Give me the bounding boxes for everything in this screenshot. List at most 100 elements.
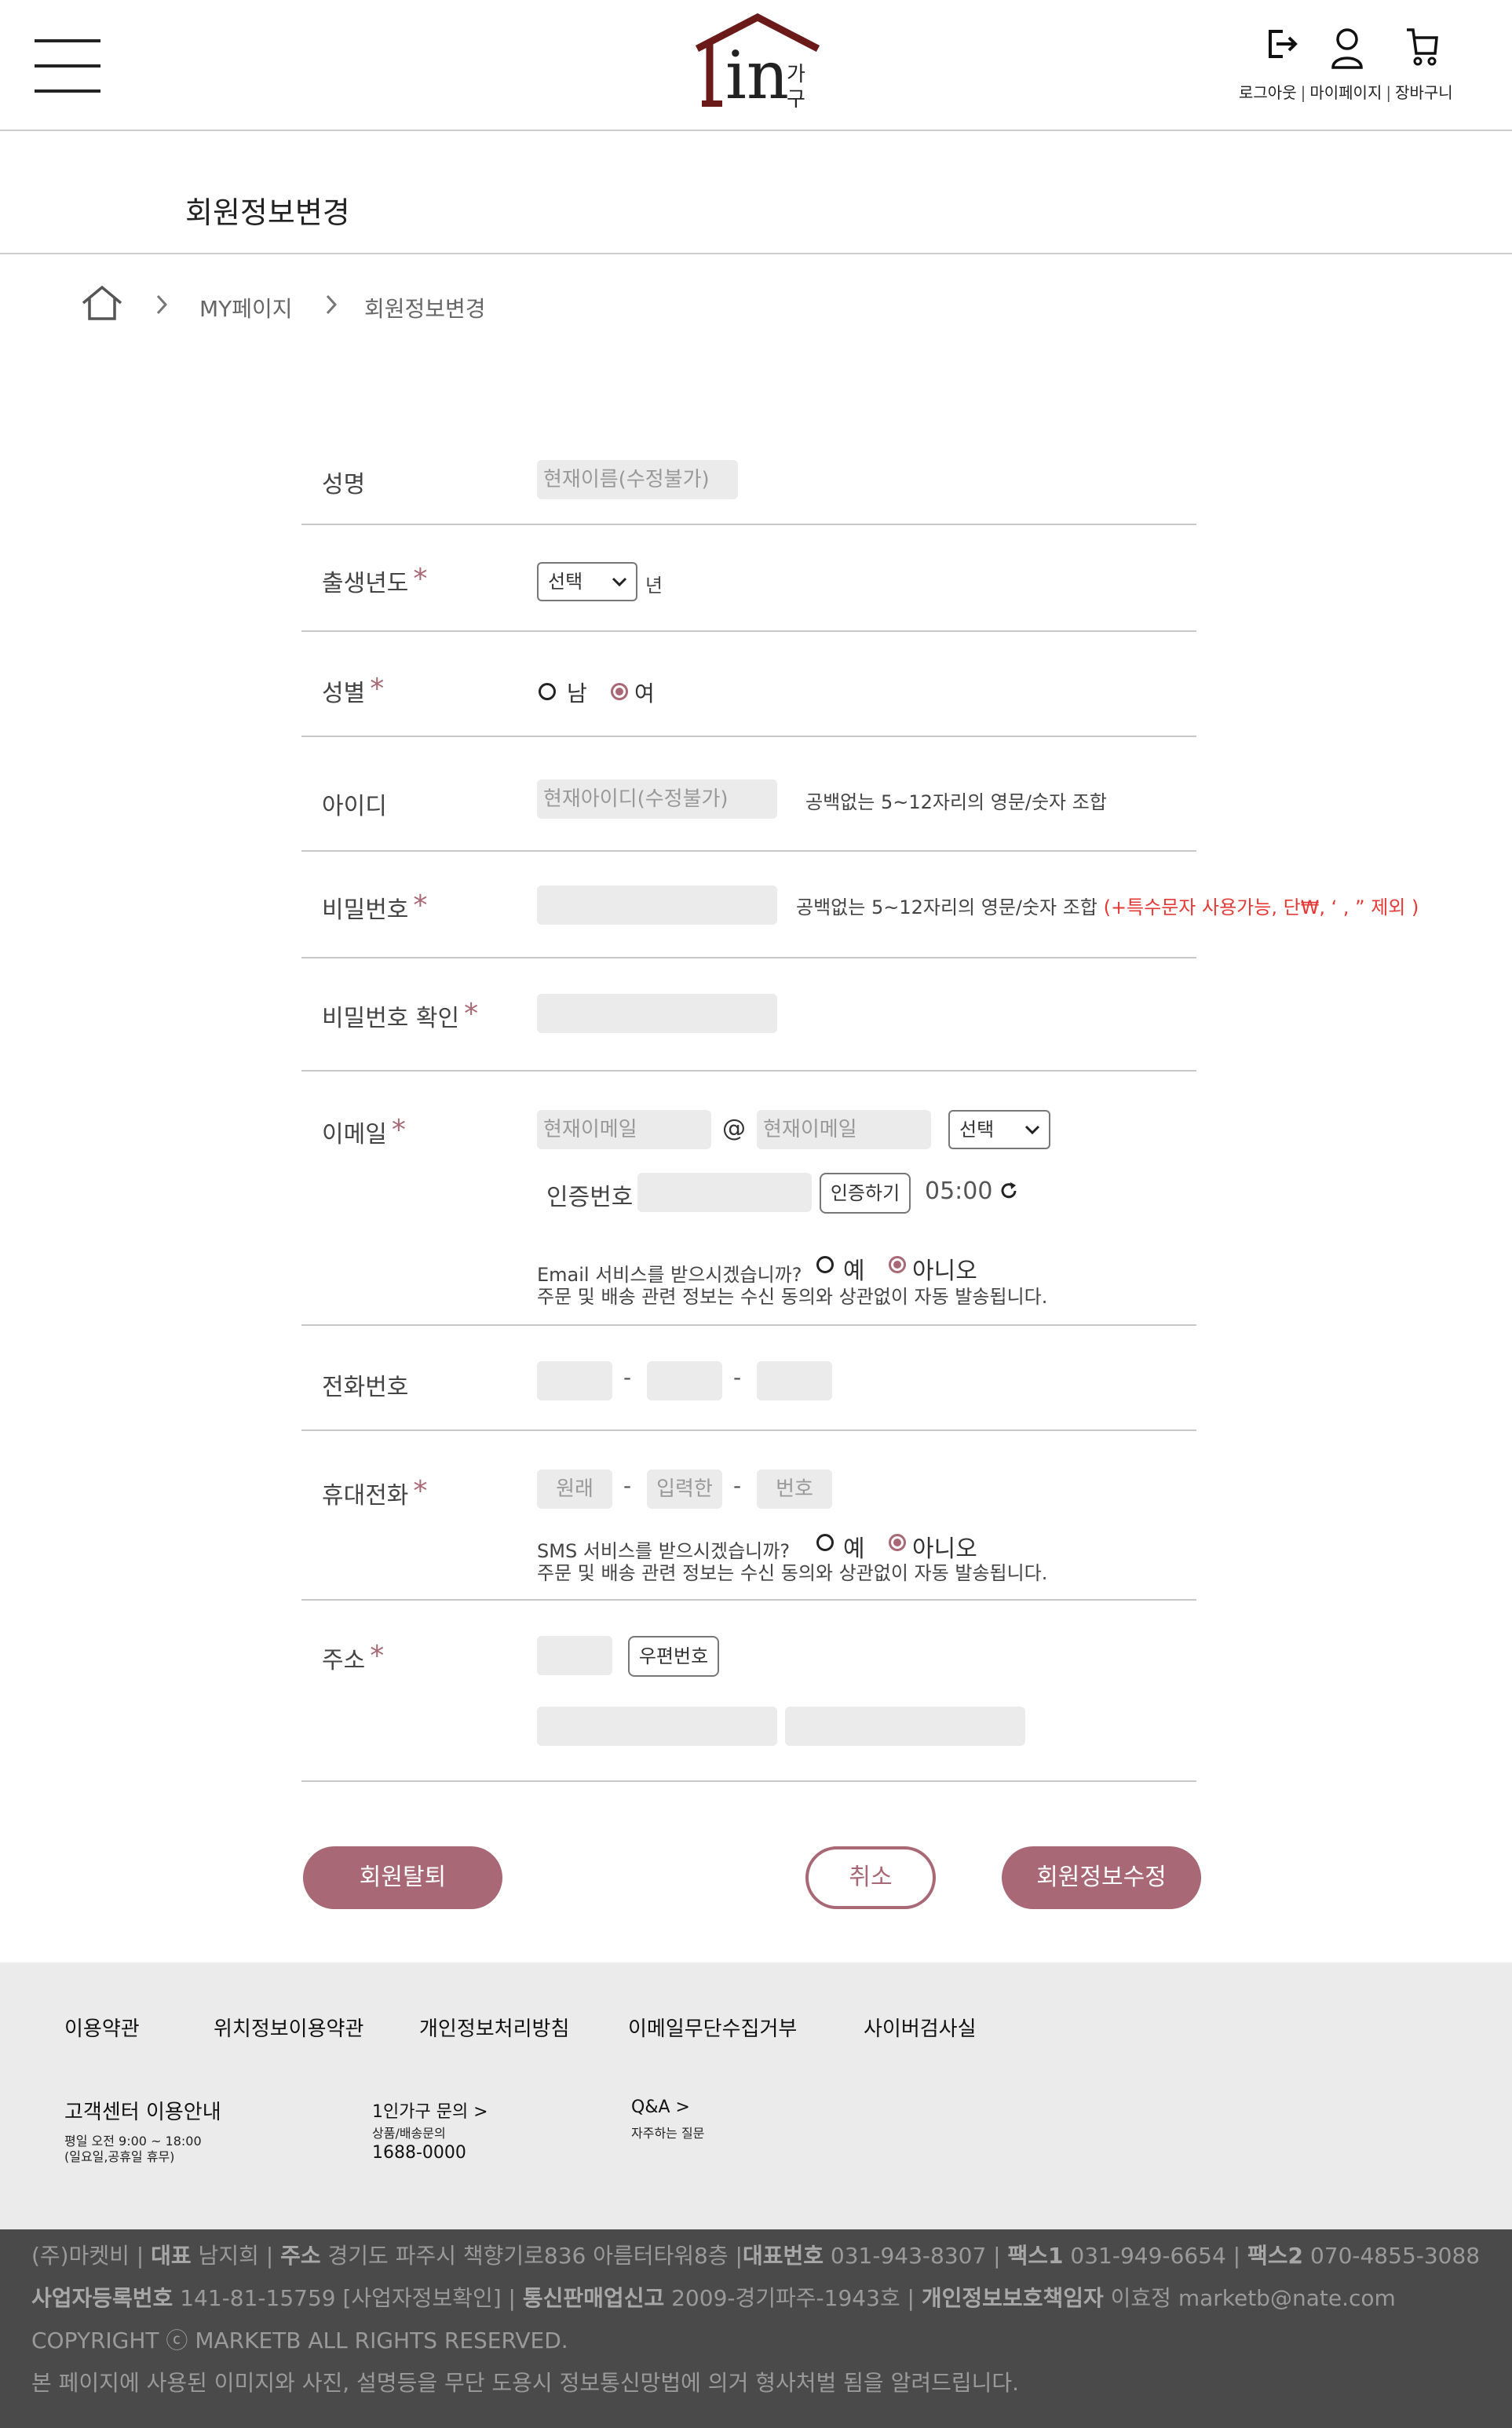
breadcrumb-mypage[interactable]: MY페이지 xyxy=(199,292,293,323)
home-icon[interactable] xyxy=(82,284,122,325)
password-label: 비밀번호 * xyxy=(322,889,428,924)
phone-part2-input[interactable] xyxy=(647,1361,722,1400)
footer-link-privacy[interactable]: 개인정보처리방침 xyxy=(419,2013,569,2042)
inquiry-link[interactable]: 1인가구 문의 > xyxy=(372,2098,488,2123)
mobile-part3-input[interactable] xyxy=(757,1470,832,1509)
logo-text: in xyxy=(725,37,789,114)
email-consent-yes-radio[interactable] xyxy=(816,1256,834,1273)
menu-button[interactable] xyxy=(35,39,100,94)
birth-year-suffix: 년 xyxy=(645,575,663,597)
email-consent-no-radio[interactable] xyxy=(889,1256,906,1273)
chevron-right-icon xyxy=(155,294,168,319)
sms-consent-no-radio[interactable] xyxy=(889,1534,906,1551)
row-divider xyxy=(301,1070,1196,1072)
address-line1-input[interactable] xyxy=(537,1707,777,1746)
inquiry-sub: 상품/배송문의 xyxy=(372,2126,446,2141)
logout-link[interactable]: 로그아웃 xyxy=(1239,83,1297,102)
birth-year-select[interactable]: 선택 xyxy=(537,562,637,601)
withdraw-button[interactable]: 회원탈퇴 xyxy=(303,1846,502,1909)
password-confirm-input[interactable] xyxy=(537,994,777,1033)
address-line2-input[interactable] xyxy=(785,1707,1025,1746)
row-divider xyxy=(301,524,1196,525)
phone-part1-input[interactable] xyxy=(537,1361,612,1400)
name-label: 성명 xyxy=(322,471,366,498)
password-input[interactable] xyxy=(537,885,777,925)
company-info-line1: (주)마켓비 | 대표 남지희 | 주소 경기도 파주시 책향기로836 아름터… xyxy=(31,2239,1480,2270)
email-at-sign: @ xyxy=(722,1115,746,1142)
company-info-value: 남지희 | xyxy=(191,2243,281,2269)
menu-line xyxy=(35,89,100,93)
company-info-line2: 사업자등록번호 141-81-15759 [사업자정보확인] | 통신판매업신고… xyxy=(31,2281,1396,2313)
zipcode-input[interactable] xyxy=(537,1636,612,1675)
cs-holiday: (일요일,공휴일 휴무) xyxy=(64,2149,175,2164)
company-info-value: | xyxy=(129,2243,152,2269)
sms-consent-yes-radio[interactable] xyxy=(816,1534,834,1551)
phone-dash: - xyxy=(733,1364,742,1390)
footer-link-cyber[interactable]: 사이버검사실 xyxy=(864,2013,977,2042)
footer-link-location-terms[interactable]: 위치정보이용약관 xyxy=(214,2013,363,2042)
inquiry-phone: 1688-0000 xyxy=(372,2143,466,2163)
chevron-down-icon xyxy=(1024,1125,1040,1135)
company-info-value: 2009-경기파주-1943호 | xyxy=(664,2285,922,2311)
qa-link[interactable]: Q&A > xyxy=(631,2098,690,2117)
mobile-part1-input[interactable] xyxy=(537,1470,612,1509)
mobile-part2-input[interactable] xyxy=(647,1470,722,1509)
company-info-key: 팩스2 xyxy=(1247,2243,1304,2269)
mobile-dash: - xyxy=(623,1473,632,1499)
row-divider xyxy=(301,850,1196,852)
email-label: 이메일 * xyxy=(322,1114,406,1148)
company-info-key: 대표 xyxy=(151,2243,192,2269)
copyright: COPYRIGHT ⓒ MARKETB ALL RIGHTS RESERVED. xyxy=(31,2328,568,2353)
mypage-link[interactable]: 마이페이지 xyxy=(1309,83,1382,102)
footer-link-terms[interactable]: 이용약관 xyxy=(64,2013,140,2042)
birth-year-label: 출생년도 * xyxy=(322,563,428,597)
company-info-key: 팩스1 xyxy=(1007,2243,1064,2269)
verify-code-input[interactable] xyxy=(637,1173,812,1212)
gender-female-label: 여 xyxy=(634,681,655,706)
logout-icon[interactable] xyxy=(1264,27,1298,74)
id-input[interactable] xyxy=(537,780,777,819)
sms-consent-note: 주문 및 배송 관련 정보는 수신 동의와 상관없이 자동 발송됩니다. xyxy=(537,1562,1048,1584)
address-label: 주소 * xyxy=(322,1640,385,1674)
id-label: 아이디 xyxy=(322,793,387,820)
company-info-value: 031-943-8307 | xyxy=(824,2243,1008,2269)
company-info-key: 통신판매업신고 xyxy=(522,2285,665,2311)
gender-male-radio[interactable] xyxy=(539,683,556,700)
company-info-key: 사업자등록번호 xyxy=(31,2285,173,2311)
zipcode-search-button[interactable]: 우편번호 xyxy=(628,1636,719,1677)
name-input[interactable] xyxy=(537,460,738,499)
menu-line xyxy=(35,39,100,42)
breadcrumb-current: 회원정보변경 xyxy=(364,296,486,322)
mobile-dash: - xyxy=(733,1473,742,1499)
gender-female-radio[interactable] xyxy=(611,683,628,700)
mobile-label: 휴대전화 * xyxy=(322,1475,428,1510)
email-local-input[interactable] xyxy=(537,1110,711,1149)
email-domain-input[interactable] xyxy=(757,1110,931,1149)
email-consent-note: 주문 및 배송 관련 정보는 수신 동의와 상관없이 자동 발송됩니다. xyxy=(537,1286,1048,1308)
cart-link[interactable]: 장바구니 xyxy=(1395,83,1453,102)
email-domain-select[interactable]: 선택 xyxy=(948,1110,1050,1149)
gender-male-label: 남 xyxy=(567,681,587,706)
footer-link-email-refusal[interactable]: 이메일무단수집거부 xyxy=(628,2013,797,2042)
submit-button[interactable]: 회원정보수정 xyxy=(1002,1846,1201,1909)
row-divider xyxy=(301,1780,1196,1782)
header-divider xyxy=(0,130,1512,131)
company-info-value: 경기도 파주시 책향기로836 아름터타워8층 | xyxy=(320,2243,743,2269)
cs-title: 고객센터 이용안내 xyxy=(64,2101,221,2124)
row-divider xyxy=(301,1324,1196,1326)
row-divider xyxy=(301,957,1196,958)
menu-line xyxy=(35,64,100,68)
id-hint: 공백없는 5~12자리의 영문/숫자 조합 xyxy=(805,791,1107,813)
verify-button[interactable]: 인증하기 xyxy=(820,1173,911,1214)
header-links: 로그아웃 | 마이페이지 | 장바구니 xyxy=(1239,83,1453,102)
logo[interactable]: in 가 구 xyxy=(691,11,824,113)
user-icon[interactable] xyxy=(1330,27,1364,74)
phone-dash: - xyxy=(623,1364,632,1390)
phone-part3-input[interactable] xyxy=(757,1361,832,1400)
password-confirm-label: 비밀번호 확인 * xyxy=(322,998,479,1032)
cancel-button[interactable]: 취소 xyxy=(805,1846,936,1909)
company-info-value: 이효정 marketb@nate.com xyxy=(1103,2285,1396,2311)
refresh-icon[interactable] xyxy=(999,1181,1019,1204)
footer xyxy=(0,1962,1512,2229)
cart-icon[interactable] xyxy=(1405,27,1440,74)
